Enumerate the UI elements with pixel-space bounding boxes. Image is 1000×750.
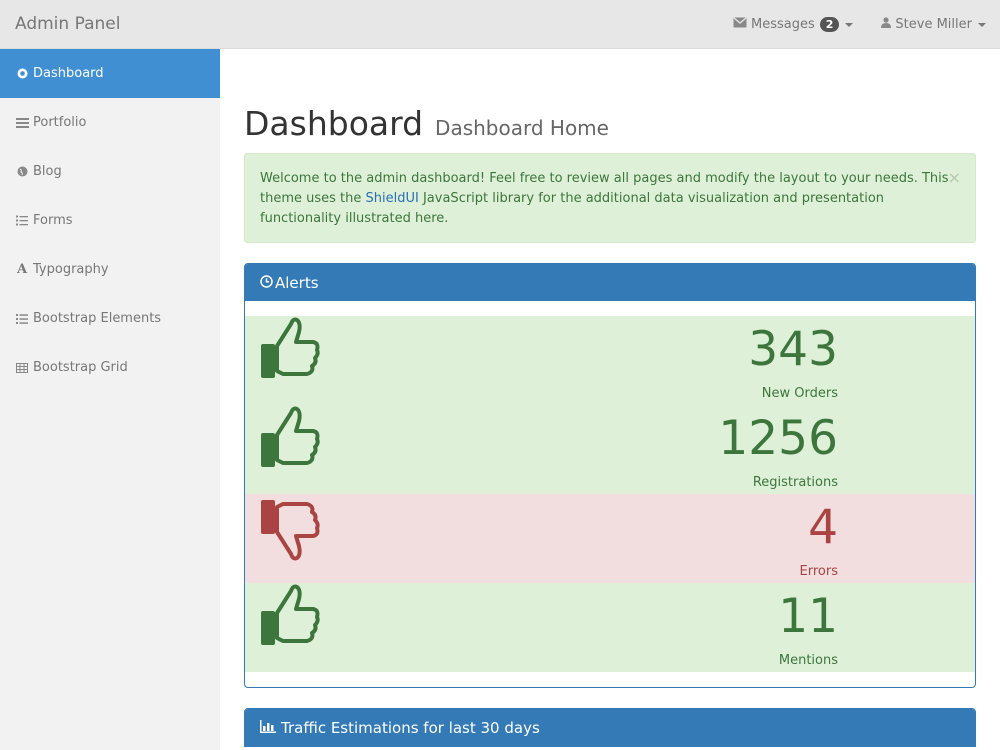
list-ol-icon bbox=[15, 215, 29, 226]
stat-label: Registrations bbox=[752, 475, 838, 490]
messages-count-badge: 2 bbox=[819, 17, 840, 32]
sidebar-item-typography[interactable]: A Typography bbox=[0, 245, 220, 294]
list-icon bbox=[15, 313, 29, 324]
bar-chart-icon bbox=[260, 719, 276, 737]
user-dropdown[interactable]: Steve Miller bbox=[867, 0, 1000, 49]
brand-title[interactable]: Admin Panel bbox=[15, 14, 120, 34]
stat-label: Mentions bbox=[778, 653, 838, 668]
sidebar-item-label: Dashboard bbox=[33, 66, 104, 81]
alerts-panel: Alerts 343 New Orders 1256 Registrations bbox=[244, 263, 976, 688]
traffic-panel: Traffic Estimations for last 30 days bbox=[244, 708, 976, 747]
sidebar-item-label: Portfolio bbox=[33, 115, 87, 130]
alerts-panel-body: 343 New Orders 1256 Registrations 4 Erro… bbox=[245, 301, 975, 687]
stat-label: New Orders bbox=[761, 386, 838, 401]
page-header: Dashboard Dashboard Home bbox=[244, 104, 976, 143]
clock-icon bbox=[260, 274, 273, 292]
sidebar: Dashboard Portfolio Blog Forms A Typogra… bbox=[0, 49, 220, 750]
font-icon: A bbox=[16, 262, 28, 277]
alerts-panel-title: Alerts bbox=[275, 273, 319, 292]
traffic-panel-title: Traffic Estimations for last 30 days bbox=[281, 718, 540, 737]
top-navbar: Admin Panel Messages 2 Steve Miller bbox=[0, 0, 1000, 49]
stat-row-errors: 4 Errors bbox=[245, 494, 975, 583]
thumbs-up-icon bbox=[261, 406, 320, 467]
chevron-down-icon bbox=[845, 22, 854, 27]
stat-row-mentions: 11 Mentions bbox=[245, 583, 975, 672]
shieldui-link[interactable]: ShieldUI bbox=[366, 191, 419, 206]
sidebar-item-bootstrap-elements[interactable]: Bootstrap Elements bbox=[0, 294, 220, 343]
sidebar-item-forms[interactable]: Forms bbox=[0, 196, 220, 245]
dashboard-icon bbox=[15, 68, 29, 79]
sidebar-item-label: Forms bbox=[33, 213, 73, 228]
navbar-right: Messages 2 Steve Miller bbox=[719, 0, 1000, 49]
stat-value: 4 bbox=[808, 500, 838, 555]
stat-row-registrations: 1256 Registrations bbox=[245, 405, 975, 494]
user-name: Steve Miller bbox=[895, 17, 972, 32]
messages-dropdown[interactable]: Messages 2 bbox=[719, 0, 867, 49]
alerts-panel-heading: Alerts bbox=[245, 264, 975, 301]
sidebar-item-dashboard[interactable]: Dashboard bbox=[0, 49, 220, 98]
thumbs-up-icon bbox=[261, 584, 320, 645]
grid-icon bbox=[15, 362, 29, 373]
welcome-alert: Welcome to the admin dashboard! Feel fre… bbox=[244, 153, 976, 243]
sidebar-item-portfolio[interactable]: Portfolio bbox=[0, 98, 220, 147]
page-title: Dashboard bbox=[244, 104, 424, 143]
globe-icon bbox=[15, 166, 29, 177]
sidebar-item-blog[interactable]: Blog bbox=[0, 147, 220, 196]
sidebar-item-label: Bootstrap Elements bbox=[33, 311, 162, 326]
stat-row-new-orders: 343 New Orders bbox=[245, 316, 975, 405]
envelope-icon bbox=[733, 17, 747, 32]
page-subtitle: Dashboard Home bbox=[435, 116, 609, 140]
user-icon bbox=[881, 17, 892, 32]
stat-label: Errors bbox=[799, 564, 838, 579]
sidebar-item-bootstrap-grid[interactable]: Bootstrap Grid bbox=[0, 343, 220, 392]
thumbs-up-icon bbox=[261, 317, 320, 378]
sidebar-item-label: Bootstrap Grid bbox=[33, 360, 128, 375]
close-icon[interactable]: × bbox=[948, 168, 961, 188]
stat-value: 1256 bbox=[718, 411, 838, 466]
chevron-down-icon bbox=[978, 22, 986, 27]
stat-value: 343 bbox=[748, 322, 838, 377]
table-icon bbox=[15, 117, 29, 128]
sidebar-item-label: Typography bbox=[33, 262, 109, 277]
thumbs-down-icon bbox=[261, 500, 320, 561]
sidebar-item-label: Blog bbox=[33, 164, 62, 179]
messages-label: Messages bbox=[751, 17, 815, 32]
main-content: Dashboard Dashboard Home Welcome to the … bbox=[244, 49, 976, 747]
traffic-panel-heading: Traffic Estimations for last 30 days bbox=[245, 709, 975, 746]
stat-value: 11 bbox=[778, 589, 838, 644]
